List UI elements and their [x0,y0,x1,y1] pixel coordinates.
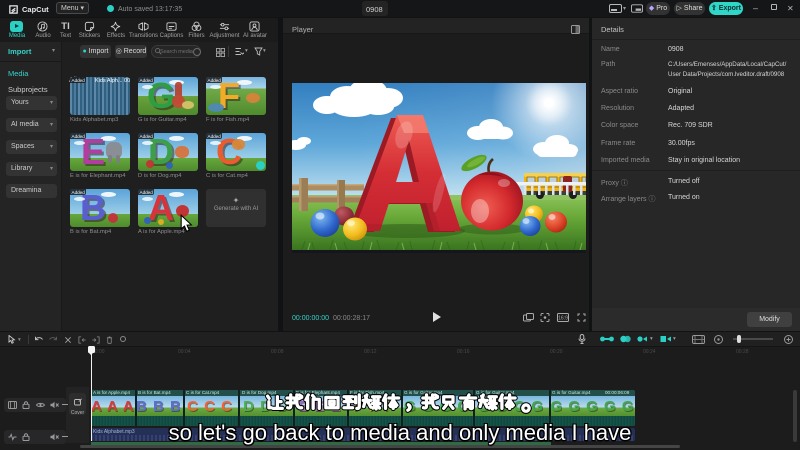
svg-text:16:9: 16:9 [558,316,568,322]
